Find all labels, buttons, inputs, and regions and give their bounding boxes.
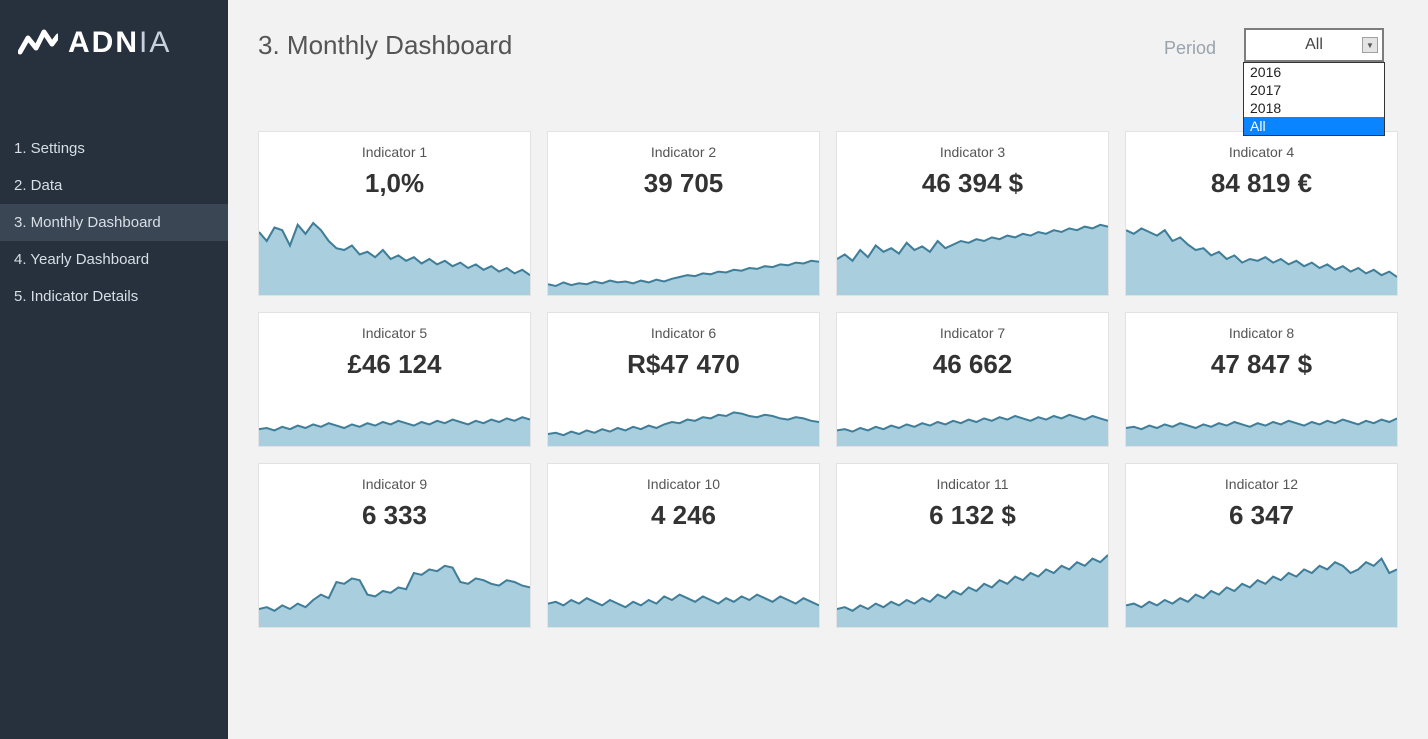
period-option-2016[interactable]: 2016 [1244, 63, 1384, 81]
chevron-down-icon[interactable]: ▼ [1362, 37, 1378, 53]
card-indicator-5: Indicator 5 £46 124 [258, 312, 531, 447]
card-title: Indicator 2 [651, 144, 716, 160]
brand-name-bold: ADN [68, 26, 139, 59]
sparkline-chart [548, 386, 819, 446]
period-option-2018[interactable]: 2018 [1244, 99, 1384, 117]
card-title: Indicator 3 [940, 144, 1005, 160]
card-title: Indicator 10 [647, 476, 720, 492]
card-value: R$47 470 [627, 349, 740, 380]
sparkline-chart [259, 205, 530, 295]
card-indicator-12: Indicator 12 6 347 [1125, 463, 1398, 628]
card-title: Indicator 9 [362, 476, 427, 492]
cards-grid: Indicator 1 1,0% Indicator 2 39 705 Indi… [258, 131, 1398, 628]
sidebar-item-indicator-details[interactable]: 5. Indicator Details [0, 278, 228, 315]
card-title: Indicator 4 [1229, 144, 1294, 160]
card-indicator-4: Indicator 4 84 819 € [1125, 131, 1398, 296]
card-indicator-8: Indicator 8 47 847 $ [1125, 312, 1398, 447]
card-indicator-11: Indicator 11 6 132 $ [836, 463, 1109, 628]
period-label: Period [1164, 28, 1216, 59]
card-value: 1,0% [365, 168, 424, 199]
period-option-all[interactable]: All [1244, 117, 1384, 135]
sparkline-chart [548, 537, 819, 627]
card-value: 6 347 [1229, 500, 1294, 531]
card-title: Indicator 7 [940, 325, 1005, 341]
card-value: 6 132 $ [929, 500, 1016, 531]
period-filter: Period All ▼ 2016 2017 2018 All [1164, 28, 1384, 62]
sparkline-chart [837, 537, 1108, 627]
period-dropdown-value[interactable]: All ▼ [1244, 28, 1384, 62]
card-value: 39 705 [644, 168, 724, 199]
period-dropdown-list: 2016 2017 2018 All [1243, 62, 1385, 136]
card-value: 84 819 € [1211, 168, 1312, 199]
card-value: 4 246 [651, 500, 716, 531]
sidebar-item-monthly-dashboard[interactable]: 3. Monthly Dashboard [0, 204, 228, 241]
app-root: ADNIA 1. Settings 2. Data 3. Monthly Das… [0, 0, 1428, 739]
sidebar: ADNIA 1. Settings 2. Data 3. Monthly Das… [0, 0, 228, 739]
sidebar-nav: 1. Settings 2. Data 3. Monthly Dashboard… [0, 130, 228, 315]
sparkline-chart [1126, 205, 1397, 295]
sidebar-item-settings[interactable]: 1. Settings [0, 130, 228, 167]
brand-logo-icon [18, 28, 58, 58]
card-title: Indicator 1 [362, 144, 427, 160]
card-value: 6 333 [362, 500, 427, 531]
card-indicator-1: Indicator 1 1,0% [258, 131, 531, 296]
sidebar-item-data[interactable]: 2. Data [0, 167, 228, 204]
card-title: Indicator 12 [1225, 476, 1298, 492]
brand-name-thin: IA [139, 26, 171, 59]
sparkline-chart [1126, 537, 1397, 627]
period-dropdown[interactable]: All ▼ 2016 2017 2018 All [1244, 28, 1384, 62]
card-indicator-6: Indicator 6 R$47 470 [547, 312, 820, 447]
period-dropdown-text: All [1305, 36, 1323, 54]
brand-text: ADNIA [68, 26, 171, 60]
card-title: Indicator 11 [936, 476, 1008, 492]
sparkline-chart [837, 205, 1108, 295]
card-value: 46 662 [933, 349, 1013, 380]
card-value: £46 124 [348, 349, 442, 380]
sparkline-chart [1126, 386, 1397, 446]
card-title: Indicator 5 [362, 325, 427, 341]
card-title: Indicator 8 [1229, 325, 1294, 341]
brand: ADNIA [0, 0, 228, 90]
sidebar-item-yearly-dashboard[interactable]: 4. Yearly Dashboard [0, 241, 228, 278]
sparkline-chart [259, 386, 530, 446]
card-indicator-7: Indicator 7 46 662 [836, 312, 1109, 447]
card-title: Indicator 6 [651, 325, 716, 341]
card-indicator-10: Indicator 10 4 246 [547, 463, 820, 628]
card-value: 47 847 $ [1211, 349, 1312, 380]
card-indicator-3: Indicator 3 46 394 $ [836, 131, 1109, 296]
card-indicator-2: Indicator 2 39 705 [547, 131, 820, 296]
sparkline-chart [259, 537, 530, 627]
period-option-2017[interactable]: 2017 [1244, 81, 1384, 99]
main-content: 3. Monthly Dashboard Period All ▼ 2016 2… [228, 0, 1428, 739]
sparkline-chart [837, 386, 1108, 446]
sparkline-chart [548, 205, 819, 295]
card-value: 46 394 $ [922, 168, 1023, 199]
card-indicator-9: Indicator 9 6 333 [258, 463, 531, 628]
